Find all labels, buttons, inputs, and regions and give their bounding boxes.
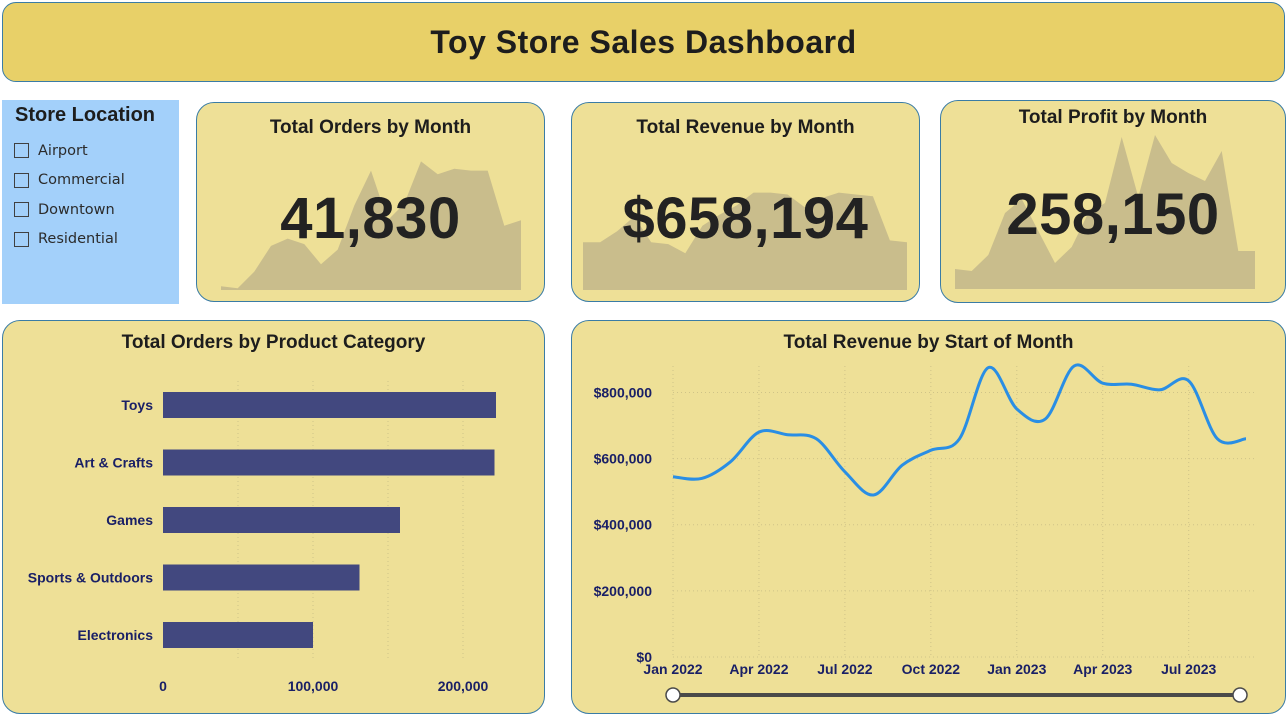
revenue-by-month-card[interactable]: Total Revenue by Start of Month $0 $200,0…	[571, 320, 1286, 714]
data-point[interactable]	[1126, 379, 1136, 389]
checkbox-downtown[interactable]	[14, 202, 29, 218]
kpi-title-profit: Total Profit by Month	[1018, 107, 1208, 128]
kpi-value-orders: 41,830	[280, 186, 461, 251]
orders-by-category-card[interactable]: Total Orders by Product Category Toys Art…	[2, 320, 545, 714]
range-slider-end-handle[interactable]	[1232, 687, 1248, 703]
data-point[interactable]	[668, 472, 678, 482]
slicer-title: Store Location	[15, 104, 156, 126]
slicer-item-label: Residential	[38, 231, 118, 248]
x-tick-label: 200,000	[438, 678, 489, 694]
data-point[interactable]	[811, 434, 821, 444]
data-point[interactable]	[1069, 361, 1079, 371]
data-point[interactable]	[1241, 434, 1251, 444]
data-point[interactable]	[869, 490, 879, 500]
data-point[interactable]	[983, 363, 993, 373]
x-tick-label: Jan 2022	[643, 661, 702, 677]
slicer-item-label: Commercial	[38, 172, 125, 189]
slicer-item-label: Downtown	[38, 201, 115, 218]
data-point[interactable]	[1184, 376, 1194, 386]
y-tick-label: $600,000	[594, 451, 653, 467]
slicer-list: Airport Commercial Downtown Residential	[14, 136, 125, 254]
bar[interactable]	[163, 392, 496, 418]
data-point[interactable]	[1098, 378, 1108, 388]
data-point[interactable]	[697, 473, 707, 483]
checkbox-airport[interactable]	[14, 143, 29, 159]
store-location-slicer: Store Location Airport Commercial Downto…	[2, 100, 179, 304]
revenue-by-month-chart: $0$200,000$400,000$600,000$800,000Jan 20…	[594, 361, 1254, 703]
bar[interactable]	[163, 622, 313, 648]
bar[interactable]	[163, 564, 360, 591]
x-tick-label: Oct 2022	[902, 661, 961, 677]
data-point[interactable]	[1212, 434, 1222, 444]
kpi-value-revenue: $658,194	[622, 186, 869, 251]
data-point[interactable]	[1040, 414, 1050, 424]
data-point[interactable]	[955, 434, 965, 444]
dashboard-header: Toy Store Sales Dashboard	[2, 2, 1285, 82]
category-label: Art & Crafts	[74, 455, 153, 471]
dashboard-title: Toy Store Sales Dashboard	[430, 23, 857, 60]
slicer-item-commercial[interactable]: Commercial	[14, 166, 125, 196]
kpi-title-orders: Total Orders by Month	[269, 117, 472, 138]
y-tick-label: $400,000	[594, 517, 653, 533]
data-point[interactable]	[1155, 385, 1165, 395]
kpi-card-profit[interactable]: Total Profit by Month 258,150	[940, 100, 1286, 303]
checkbox-commercial[interactable]	[14, 172, 29, 188]
orders-by-category-chart: Toys Art & Crafts Games Sports & Outdoors El…	[28, 381, 496, 694]
data-point[interactable]	[783, 430, 793, 440]
slicer-item-label: Airport	[38, 142, 88, 159]
range-slider-start-handle[interactable]	[665, 687, 681, 703]
kpi-title-revenue: Total Revenue by Month	[636, 117, 855, 138]
bar[interactable]	[163, 449, 495, 476]
data-point[interactable]	[725, 457, 735, 467]
category-label: Electronics	[78, 627, 154, 643]
bar-chart-title: Total Orders by Product Category	[121, 332, 426, 353]
x-tick-label: 0	[159, 678, 167, 694]
category-label: Games	[106, 512, 153, 528]
data-point[interactable]	[754, 427, 764, 437]
checkbox-residential[interactable]	[14, 231, 29, 247]
kpi-value-profit: 258,150	[1006, 182, 1220, 247]
slicer-item-residential[interactable]: Residential	[14, 225, 125, 255]
kpi-card-orders[interactable]: Total Orders by Month 41,830	[196, 102, 545, 302]
x-tick-label: Jul 2023	[1161, 661, 1216, 677]
data-point[interactable]	[840, 467, 850, 477]
data-point[interactable]	[897, 460, 907, 470]
x-tick-label: Jan 2023	[987, 661, 1046, 677]
y-tick-label: $200,000	[594, 583, 653, 599]
bar[interactable]	[163, 507, 400, 533]
x-tick-label: Apr 2022	[729, 661, 788, 677]
slicer-item-airport[interactable]: Airport	[14, 136, 125, 166]
kpi-card-revenue[interactable]: Total Revenue by Month $658,194	[571, 102, 920, 302]
category-label: Sports & Outdoors	[28, 570, 153, 586]
category-label: Toys	[121, 397, 153, 413]
line-chart-title: Total Revenue by Start of Month	[783, 332, 1074, 353]
slicer-item-downtown[interactable]: Downtown	[14, 195, 125, 225]
data-point[interactable]	[926, 445, 936, 455]
data-point[interactable]	[1012, 404, 1022, 414]
x-tick-label: Jul 2022	[817, 661, 872, 677]
x-tick-label: Apr 2023	[1073, 661, 1132, 677]
y-tick-label: $800,000	[594, 384, 653, 400]
x-tick-label: 100,000	[288, 678, 339, 694]
